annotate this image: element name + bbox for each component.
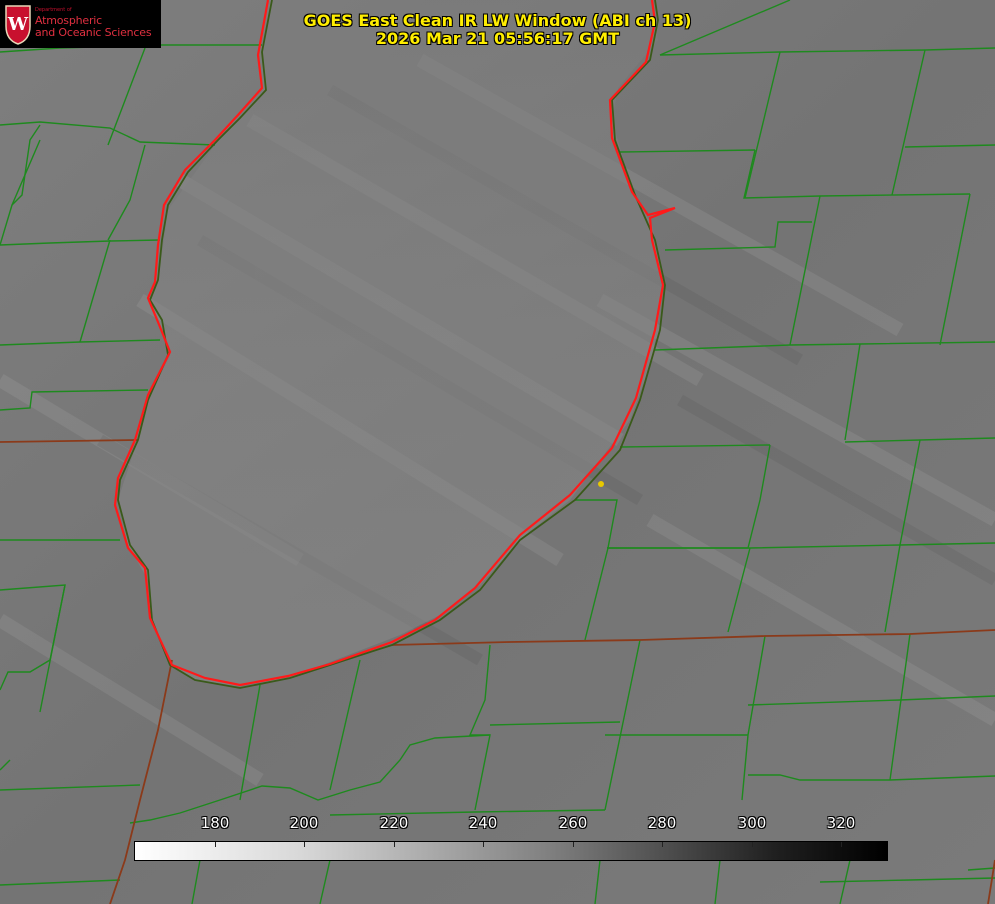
colorbar-tick-label: 200 [289, 814, 319, 832]
image-timestamp: 2026 Mar 21 05:56:17 GMT [375, 29, 620, 48]
location-marker [598, 481, 604, 487]
colorbar-tick-label: 320 [826, 814, 856, 832]
image-title: GOES East Clean IR LW Window (ABI ch 13) [303, 11, 692, 30]
colorbar-tick [483, 842, 484, 847]
satellite-image-viewer: W Department of Atmospheric and Oceanic … [0, 0, 995, 904]
colorbar-tick [304, 842, 305, 847]
colorbar-tick [215, 842, 216, 847]
temperature-colorbar [134, 841, 888, 861]
colorbar-tick [662, 842, 663, 847]
colorbar-tick-label: 220 [379, 814, 409, 832]
colorbar-tick-label: 260 [558, 814, 588, 832]
colorbar-tick [394, 842, 395, 847]
colorbar-tick-label: 280 [647, 814, 677, 832]
colorbar-tick-label: 240 [468, 814, 498, 832]
colorbar-tick [752, 842, 753, 847]
colorbar-tick-label: 180 [200, 814, 230, 832]
satellite-map [0, 0, 995, 904]
colorbar-tick-label: 300 [737, 814, 767, 832]
colorbar-tick [841, 842, 842, 847]
colorbar-tick [573, 842, 574, 847]
